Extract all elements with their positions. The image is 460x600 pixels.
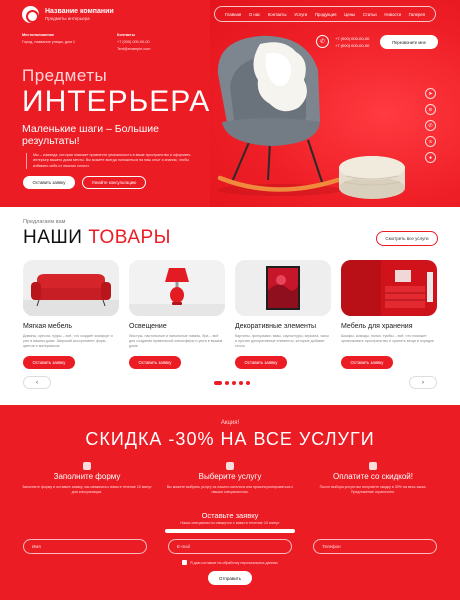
product-name: Мягкая мебель xyxy=(23,323,72,330)
logo[interactable]: Название компании Предметы интерьера xyxy=(22,6,114,23)
nav-item-contacts[interactable]: Контакты xyxy=(268,12,287,17)
service-icon xyxy=(226,462,234,470)
step-title: Заполните форму xyxy=(53,472,121,481)
contacts-label: Контакты xyxy=(117,33,135,37)
nav-item-products[interactable]: Продукция xyxy=(315,12,337,17)
nav-item-news[interactable]: Новости xyxy=(384,12,401,17)
carousel-prev-button[interactable]: ‹ xyxy=(23,376,51,389)
form-icon xyxy=(83,462,91,470)
product-card: Декоративные элементы Картины, фоторамки… xyxy=(235,260,331,369)
nav-item-home[interactable]: Главная xyxy=(225,12,241,17)
address-value: Город, название улицы, дом 1 xyxy=(22,40,76,44)
nav-item-about[interactable]: О нас xyxy=(249,12,260,17)
hero-subtitle: Предметы xyxy=(22,66,108,85)
carousel-dot[interactable] xyxy=(239,381,243,385)
promo-section: Акция! СКИДКА -30% НА ВСЕ УСЛУГИ Заполни… xyxy=(0,405,460,600)
product-description: Шкафы, комоды, полки, тумбы – всё, что п… xyxy=(341,334,435,344)
page: Название компании Предметы интерьера Гла… xyxy=(0,0,460,600)
brand-name: Название компании xyxy=(45,7,114,15)
phone-field[interactable]: Телефон xyxy=(313,539,437,554)
header-contacts: Местоположение Город, название улицы, до… xyxy=(22,33,150,51)
promo-step: Выберите услугу Вы можете выбрать услугу… xyxy=(165,462,295,495)
email-field[interactable]: E-mail xyxy=(168,539,292,554)
carousel-dot[interactable] xyxy=(232,381,236,385)
hero-title: ИНТЕРЬЕРА xyxy=(22,85,211,118)
product-request-button[interactable]: Оставить заявку xyxy=(129,356,181,369)
products-title-part2: ТОВАРЫ xyxy=(88,227,171,248)
consent-checkbox[interactable] xyxy=(182,560,188,565)
form-subtitle: Наши специалисты свяжутся с вами в течен… xyxy=(180,521,280,525)
name-field[interactable]: Имя xyxy=(23,539,147,554)
carousel-dot[interactable] xyxy=(246,381,250,385)
promo-step: Оплатите со скидкой! После выбора услуги… xyxy=(308,462,438,495)
hero-section: Название компании Предметы интерьера Гла… xyxy=(0,0,460,207)
products-title: НАШИ ТОВАРЫ xyxy=(23,227,171,249)
hero-chair-image xyxy=(217,35,405,199)
product-card: Освещение Люстры, настольные и напольные… xyxy=(129,260,225,369)
carousel-pagination xyxy=(214,381,250,385)
contact-phone[interactable]: +7 (000) 000-00-00 xyxy=(117,40,150,44)
product-name: Освещение xyxy=(129,323,167,330)
hero-tagline: Маленькие шаги – Большие результаты! xyxy=(22,123,160,148)
promo-step: Заполните форму Заполните форму и оставь… xyxy=(22,462,152,495)
carousel-dot[interactable] xyxy=(225,381,229,385)
product-name: Мебель для хранения xyxy=(341,323,413,330)
product-card: Мебель для хранения Шкафы, комоды, полки… xyxy=(341,260,437,369)
carousel-dot[interactable] xyxy=(214,381,222,385)
submit-button[interactable]: Отправить xyxy=(208,571,252,585)
hero-description: Мы – команда, которая поможет привнести … xyxy=(26,153,201,170)
step-title: Выберите услугу xyxy=(198,472,262,481)
product-description: Диваны, кресла, пуфы – всё, что создаёт … xyxy=(23,334,113,349)
brand-tagline: Предметы интерьера xyxy=(45,15,90,21)
product-image-lamp xyxy=(129,260,225,316)
promo-title: СКИДКА -30% НА ВСЕ УСЛУГИ xyxy=(85,429,375,449)
step-description: Заполните форму и оставьте заявку, мы св… xyxy=(22,485,152,495)
contact-email[interactable]: Text@example.com xyxy=(117,47,150,51)
product-description: Люстры, настольные и напольные лампы, бр… xyxy=(129,334,223,349)
vk-icon[interactable]: в xyxy=(425,104,436,115)
hero-request-button[interactable]: Оставить заявку xyxy=(23,176,75,189)
products-eyebrow: Предлагаем вам xyxy=(23,219,66,225)
social-links: ➤ в ✆ s ● xyxy=(425,88,436,163)
nav-item-gallery[interactable]: Галерея xyxy=(409,12,425,17)
step-title: Оплатите со скидкой! xyxy=(332,472,413,481)
odnoklassniki-icon[interactable]: ● xyxy=(425,152,436,163)
view-all-button[interactable]: Смотреть все услуги xyxy=(376,231,438,246)
hero-consult-button[interactable]: Узнайте консультацию xyxy=(82,176,146,189)
product-description: Картины, фоторамки, вазы, скульптуры, зе… xyxy=(235,334,329,349)
skype-icon[interactable]: s xyxy=(425,136,436,147)
carousel-next-button[interactable]: › xyxy=(409,376,437,389)
products-section: Предлагаем вам НАШИ ТОВАРЫ Смотреть все … xyxy=(0,207,460,405)
nav-item-prices[interactable]: Цены xyxy=(344,12,355,17)
product-request-button[interactable]: Оставить заявку xyxy=(23,356,75,369)
product-request-button[interactable]: Оставить заявку xyxy=(341,356,393,369)
step-description: Вы можете выбрать услугу из нашего катал… xyxy=(166,485,294,495)
whatsapp-icon[interactable]: ✆ xyxy=(425,120,436,131)
product-request-button[interactable]: Оставить заявку xyxy=(235,356,287,369)
nav-item-articles[interactable]: Статьи xyxy=(363,12,377,17)
product-card: Мягкая мебель Диваны, кресла, пуфы – всё… xyxy=(23,260,119,369)
consent-text: Я даю согласие на обработку персональных… xyxy=(190,560,278,565)
step-description: После выбора услуги вы получаете скидку … xyxy=(319,485,427,495)
address-label: Местоположение xyxy=(22,33,55,37)
payment-icon xyxy=(369,462,377,470)
product-image-painting xyxy=(235,260,331,316)
consent-row: Я даю согласие на обработку персональных… xyxy=(0,560,460,565)
nav-item-services[interactable]: Услуги xyxy=(294,12,307,17)
telegram-icon[interactable]: ➤ xyxy=(425,88,436,99)
product-name: Декоративные элементы xyxy=(235,323,317,330)
form-divider xyxy=(165,529,295,533)
products-title-part1: НАШИ xyxy=(23,227,83,248)
form-title: Оставьте заявку xyxy=(201,511,259,520)
product-image-storage xyxy=(341,260,437,316)
product-image-sofa xyxy=(23,260,119,316)
main-nav: Главная О нас Контакты Услуги Продукция … xyxy=(214,6,436,22)
logo-icon xyxy=(22,6,39,23)
promo-eyebrow: Акция! xyxy=(220,420,240,426)
